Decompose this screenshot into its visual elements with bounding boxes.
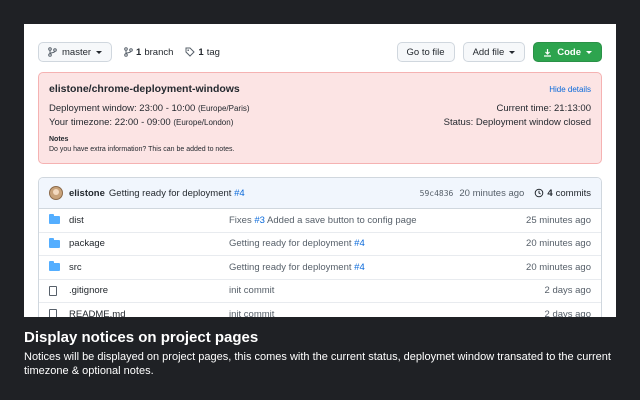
file-commit-message: init commit — [229, 309, 545, 317]
file-commit-message: Getting ready for deployment #4 — [229, 262, 526, 273]
git-branch-icon — [48, 47, 57, 57]
file-commit-ref-link[interactable]: #4 — [354, 262, 365, 273]
file-icon-cell — [49, 214, 69, 225]
status-label: Status: — [443, 117, 474, 128]
file-commit-time: 2 days ago — [544, 308, 591, 317]
commit-sha[interactable]: 59c4836 — [420, 189, 454, 198]
status-value: Deployment window closed — [475, 117, 591, 128]
commits-link[interactable]: 4 commits — [534, 188, 591, 199]
repo-toolbar: master 1 branch 1 tag Go to file Add fil… — [38, 42, 602, 62]
current-time-label: Current time: — [496, 103, 552, 114]
branches-label: branch — [144, 46, 174, 58]
tags-count: 1 — [198, 46, 204, 58]
file-icon — [49, 309, 57, 317]
file-commit-message: Fixes #3 Added a save button to config p… — [229, 215, 526, 226]
file-name[interactable]: .gitignore — [69, 285, 229, 296]
folder-icon — [49, 261, 60, 272]
file-name[interactable]: dist — [69, 215, 229, 226]
file-commit-text[interactable]: Fixes — [229, 215, 252, 226]
commit-author[interactable]: elistone — [69, 188, 105, 199]
file-icon-cell — [49, 285, 69, 296]
folder-icon — [49, 214, 60, 225]
chevron-down-icon — [586, 50, 592, 54]
notes-label: Notes — [49, 136, 69, 143]
chevron-down-icon — [96, 50, 103, 54]
branches-link[interactable]: 1 branch — [124, 47, 173, 58]
table-row[interactable]: src Getting ready for deployment #4 20 min… — [39, 256, 601, 280]
branch-select-button[interactable]: master — [38, 42, 113, 62]
deployment-notice: elistone/chrome-deployment-windows Hide … — [38, 72, 602, 164]
file-commit-text-rest[interactable]: Added a save button to config page — [267, 215, 416, 226]
table-row[interactable]: .gitignore init commit 2 days ago — [39, 280, 601, 303]
deployment-status: Status: Deployment window closed — [444, 117, 591, 128]
window-label: Deployment window: — [49, 103, 137, 114]
history-icon — [535, 188, 544, 198]
git-branch-icon — [124, 47, 133, 57]
file-icon — [49, 285, 57, 296]
branches-count: 1 — [136, 46, 142, 58]
branch-name: master — [62, 46, 92, 58]
tags-link[interactable]: 1 tag — [185, 47, 220, 58]
notice-repo-title: elistone/chrome-deployment-windows — [49, 83, 240, 95]
commits-label: commits — [555, 187, 591, 199]
hide-details-link[interactable]: Hide details — [549, 85, 591, 94]
your-timezone-label: Your timezone: — [49, 117, 113, 128]
file-commit-time: 20 minutes ago — [526, 238, 591, 250]
file-commit-time: 20 minutes ago — [526, 261, 591, 273]
download-icon — [544, 48, 552, 57]
file-commit-ref-link[interactable]: #4 — [354, 238, 365, 249]
your-timezone-value: 22:00 - 09:00 — [114, 117, 171, 128]
avatar[interactable] — [49, 186, 63, 200]
file-commit-text[interactable]: init commit — [229, 309, 274, 317]
file-icon-cell — [49, 237, 69, 248]
table-row[interactable]: dist Fixes #3 Added a save button to conf… — [39, 209, 601, 233]
file-commit-text[interactable]: Getting ready for deployment — [229, 238, 352, 249]
window-value: 23:00 - 10:00 — [139, 103, 196, 114]
notes-text: Do you have extra information? This can … — [49, 146, 235, 153]
commit-ref-link[interactable]: #4 — [234, 188, 245, 199]
table-row[interactable]: README.md init commit 2 days ago — [39, 303, 601, 317]
commit-time: 20 minutes ago — [459, 187, 525, 199]
file-commit-text[interactable]: Getting ready for deployment — [229, 262, 352, 273]
add-file-button[interactable]: Add file — [462, 42, 526, 62]
chevron-down-icon — [509, 50, 516, 54]
caption-title: Display notices on project pages — [24, 329, 259, 346]
file-list: elistone Getting ready for deployment #4… — [38, 177, 602, 317]
window-timezone: (Europe/Paris) — [197, 104, 250, 113]
deployment-window: Deployment window: 23:00 - 10:00 (Europe… — [49, 103, 250, 114]
file-commit-message: init commit — [229, 285, 545, 296]
folder-icon — [49, 237, 60, 248]
file-icon-cell — [49, 261, 69, 272]
commit-message[interactable]: Getting ready for deployment — [109, 188, 232, 199]
screenshot-frame: master 1 branch 1 tag Go to file Add fil… — [24, 24, 616, 317]
go-to-file-label: Go to file — [406, 46, 445, 58]
file-commit-message: Getting ready for deployment #4 — [229, 238, 526, 249]
current-time-value: 21:13:00 — [554, 103, 591, 114]
tag-icon — [185, 47, 196, 57]
go-to-file-button[interactable]: Go to file — [396, 42, 455, 62]
commits-count: 4 — [547, 187, 553, 199]
code-label: Code — [557, 46, 581, 58]
file-name[interactable]: README.md — [69, 309, 229, 317]
caption-text: Notices will be displayed on project pag… — [24, 351, 611, 377]
file-name[interactable]: package — [69, 238, 229, 249]
file-name[interactable]: src — [69, 262, 229, 273]
file-commit-time: 25 minutes ago — [526, 214, 591, 226]
current-time: Current time: 21:13:00 — [496, 103, 591, 114]
file-commit-ref-link[interactable]: #3 — [254, 215, 265, 226]
file-commit-time: 2 days ago — [544, 285, 591, 297]
code-button[interactable]: Code — [533, 42, 602, 62]
file-icon-cell — [49, 309, 69, 317]
file-commit-text[interactable]: init commit — [229, 285, 274, 296]
add-file-label: Add file — [472, 46, 505, 58]
your-timezone: Your timezone: 22:00 - 09:00 (Europe/Lon… — [49, 117, 233, 128]
file-rows: dist Fixes #3 Added a save button to conf… — [39, 209, 601, 317]
tags-label: tag — [206, 46, 220, 58]
your-timezone-name: (Europe/London) — [173, 118, 234, 127]
latest-commit-bar: elistone Getting ready for deployment #4… — [39, 178, 601, 209]
table-row[interactable]: package Getting ready for deployment #4 20… — [39, 233, 601, 256]
